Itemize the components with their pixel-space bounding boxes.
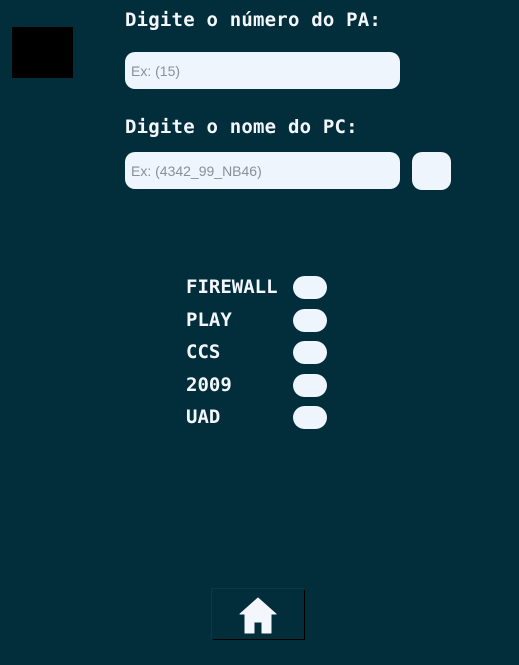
option-toggle-2009[interactable] (293, 373, 327, 397)
option-toggle-play[interactable] (293, 308, 327, 332)
home-icon (239, 597, 277, 634)
option-label-ccs: CCS (186, 341, 221, 363)
option-label-firewall: FIREWALL (186, 276, 278, 298)
pc-name-label: Digite o nome do PC: (125, 116, 358, 138)
option-label-play: PLAY (186, 308, 232, 331)
option-toggle-firewall[interactable] (293, 276, 327, 299)
option-toggle-ccs[interactable] (293, 341, 327, 364)
pc-search-button[interactable] (412, 152, 451, 190)
option-label-2009: 2009 (186, 373, 232, 396)
home-button[interactable] (212, 589, 304, 639)
option-label-uad: UAD (186, 406, 221, 428)
options-list: FIREWALL PLAY CCS 2009 UAD (186, 275, 336, 438)
option-row-uad: UAD (186, 405, 336, 438)
option-row-2009: 2009 (186, 373, 336, 406)
pa-number-input[interactable] (125, 52, 400, 89)
pa-number-label: Digite o número do PA: (125, 9, 382, 31)
option-row-ccs: CCS (186, 340, 336, 373)
option-toggle-uad[interactable] (293, 406, 327, 429)
option-row-play: PLAY (186, 308, 336, 341)
option-row-firewall: FIREWALL (186, 275, 336, 308)
logo-placeholder (12, 27, 73, 78)
pc-name-input[interactable] (125, 152, 400, 189)
